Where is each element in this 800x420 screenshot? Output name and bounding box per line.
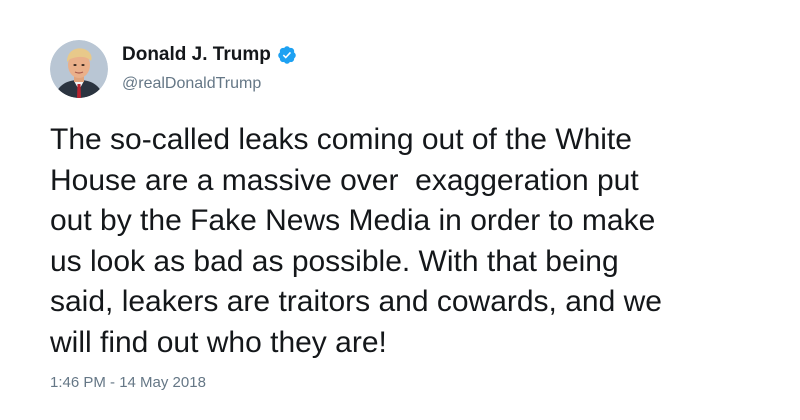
- tweet-timestamp[interactable]: 1:46 PM - 14 May 2018: [50, 374, 206, 391]
- author-name-row: Donald J. Trump: [122, 42, 297, 68]
- author-handle[interactable]: @realDonaldTrump: [122, 75, 261, 93]
- author-display-name[interactable]: Donald J. Trump: [122, 44, 271, 66]
- avatar[interactable]: [50, 40, 108, 98]
- verified-badge-icon: [277, 45, 297, 65]
- profile-photo-icon: [50, 40, 108, 98]
- tweet-text: The so-called leaks coming out of the Wh…: [50, 123, 662, 359]
- tweet-card: Donald J. Trump @realDonaldTrump The so-…: [0, 0, 800, 420]
